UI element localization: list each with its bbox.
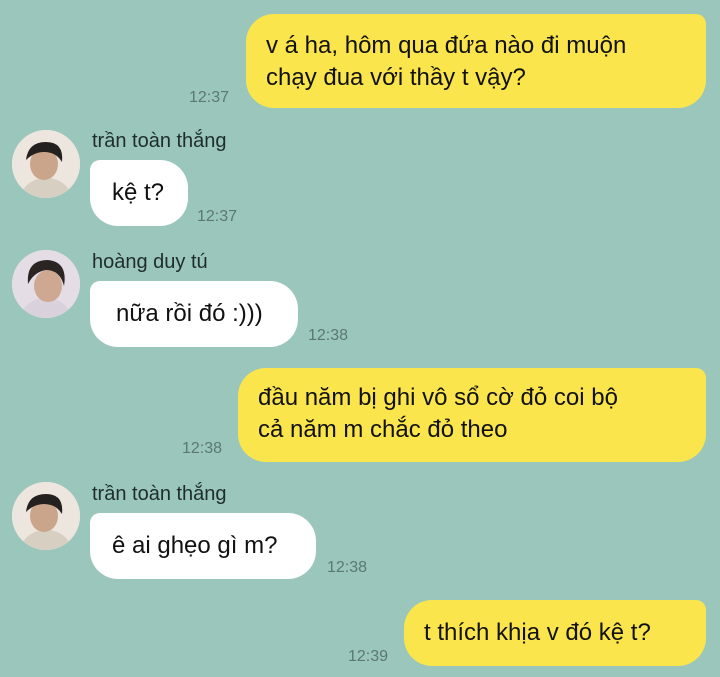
person-avatar-icon	[12, 130, 80, 198]
avatar[interactable]	[12, 482, 80, 550]
message-text-line: v á ha, hôm qua đứa nào đi muộn	[266, 32, 627, 59]
message-timestamp: 12:38	[327, 559, 368, 576]
avatar[interactable]	[12, 250, 80, 318]
sender-name: trần toàn thắng	[92, 130, 227, 152]
message-bubble-received[interactable]: nữa rồi đó :)))	[90, 281, 298, 347]
person-avatar-icon	[12, 482, 80, 550]
message-text-line: chạy đua với thầy t vậy?	[266, 64, 526, 91]
message-timestamp: 12:39	[348, 648, 389, 665]
sender-name: trần toàn thắng	[92, 483, 227, 505]
avatar[interactable]	[12, 130, 80, 198]
message-timestamp: 12:37	[189, 89, 230, 106]
message-timestamp: 12:38	[182, 440, 223, 457]
person-avatar-icon	[12, 250, 80, 318]
sender-name: hoàng duy tú	[92, 251, 208, 273]
message-timestamp: 12:37	[197, 208, 238, 225]
message-bubble-sent[interactable]: đầu năm bị ghi vô sổ cờ đỏ coi bộ cả năm…	[238, 368, 706, 462]
message-bubble-sent[interactable]: v á ha, hôm qua đứa nào đi muộn chạy đua…	[246, 14, 706, 108]
message-text: nữa rồi đó :)))	[116, 300, 263, 327]
message-text: t thích khịa v đó kệ t?	[424, 619, 651, 646]
message-text: ê ai ghẹo gì m?	[112, 532, 278, 559]
message-bubble-received[interactable]: kệ t?	[90, 160, 188, 226]
message-timestamp: 12:38	[308, 327, 349, 344]
message-bubble-received[interactable]: ê ai ghẹo gì m?	[90, 513, 316, 579]
message-text: kệ t?	[112, 179, 165, 206]
message-bubble-sent[interactable]: t thích khịa v đó kệ t?	[404, 600, 706, 666]
message-text-line: cả năm m chắc đỏ theo	[258, 416, 508, 443]
message-text-line: đầu năm bị ghi vô sổ cờ đỏ coi bộ	[258, 384, 618, 411]
